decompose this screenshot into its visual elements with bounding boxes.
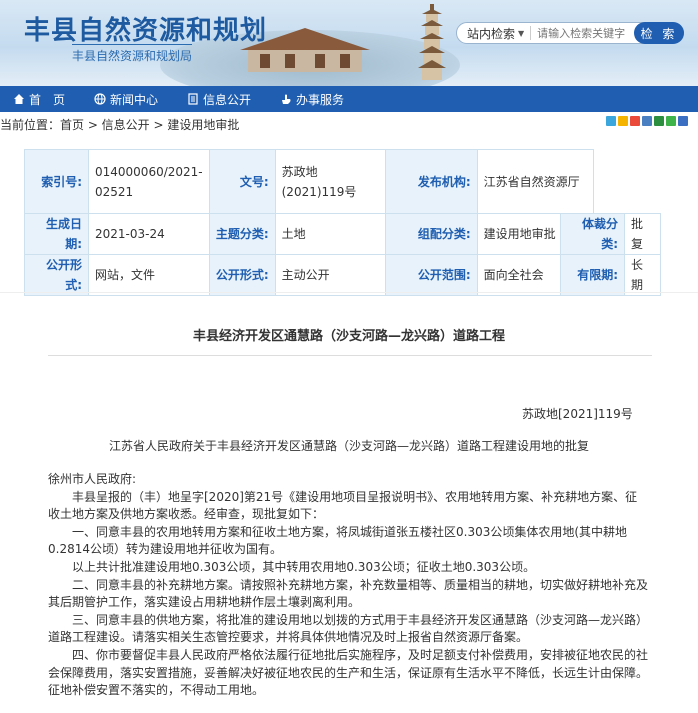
table-row: 生成日期: 2021-03-24 主题分类: 土地 组配分类: 建设用地审批: [24, 213, 594, 255]
issuer-label: 发布机构:: [384, 149, 478, 214]
paragraph: 三、同意丰县的供地方案，将批准的建设用地以划拨的方式用于丰县经济开发区通慧路（沙…: [48, 612, 649, 645]
genre-value: 批复: [624, 213, 661, 255]
title-divider: [48, 355, 652, 356]
nav-item-info[interactable]: 信息公开: [186, 91, 251, 108]
search-scope-select[interactable]: 站内检索 ▼: [457, 25, 524, 42]
date-label: 生成日期:: [24, 213, 89, 255]
nav-item-home[interactable]: 首 页: [12, 91, 65, 108]
table-row: 索引号: 014000060/2021-02521 文号: 苏政地(2021)1…: [24, 149, 594, 214]
paragraph: 四、你市要督促丰县人民政府严格依法履行征地批后实施程序，及时足额支付补偿费用，安…: [48, 647, 649, 698]
paragraph: 一、同意丰县的农用地转用方案和征收土地方案，将凤城街道张五楼社区0.303公顷集…: [48, 524, 628, 557]
home-icon: [12, 93, 25, 106]
metadata-table-right: 体裁分类: 批复 有限期: 长期: [560, 213, 661, 296]
search-scope-label: 站内检索: [467, 26, 516, 41]
nav-item-label: 信息公开: [203, 92, 252, 107]
search-button[interactable]: 检 索: [634, 22, 684, 44]
search-input[interactable]: [537, 26, 630, 40]
date-value: 2021-03-24: [88, 213, 210, 255]
chevron-down-icon: ▼: [518, 28, 525, 38]
article-title: 丰县经济开发区通慧路（沙支河路—龙兴路）道路工程: [192, 329, 505, 344]
hand-icon: [279, 93, 292, 106]
header-banner: 丰县自然资源和规划 丰县自然资源和规划局 站内检索 ▼ 检 索: [0, 0, 698, 86]
wechat-icon[interactable]: [666, 116, 676, 126]
table-row: 体裁分类: 批复: [560, 213, 661, 255]
document-heading: 江苏省人民政府关于丰县经济开发区通慧路（沙支河路—龙兴路）道路工程建设用地的批复: [108, 439, 589, 453]
metadata-table: 索引号: 014000060/2021-02521 文号: 苏政地(2021)1…: [24, 149, 594, 296]
table-row: 有限期: 长期: [560, 254, 661, 296]
article: 丰县经济开发区通慧路（沙支河路—龙兴路）道路工程 苏政地[2021]119号 江…: [0, 292, 698, 713]
index-label: 索引号:: [24, 149, 89, 214]
paragraph: 丰县呈报的（丰）地呈字[2020]第21号《建设用地项目呈报说明书》、农用地转用…: [48, 489, 638, 522]
period-value: 长期: [624, 254, 661, 296]
document-icon: [186, 93, 199, 106]
empty-cell: [592, 149, 594, 214]
range-label: 公开范围:: [384, 254, 478, 296]
period-label: 有限期:: [560, 254, 625, 296]
nav-item-label: 新闻中心: [110, 92, 159, 107]
main-nav: 首 页 新闻中心 信息公开 办事服务: [0, 86, 698, 112]
weibo-icon[interactable]: [630, 116, 640, 126]
renren-icon[interactable]: [642, 116, 652, 126]
form-value: 网站，文件: [88, 254, 210, 296]
qzone-icon[interactable]: [618, 116, 628, 126]
index-value: 014000060/2021-02521: [88, 149, 210, 214]
site-title[interactable]: 丰县自然资源和规划: [24, 10, 267, 47]
org-label: 组配分类:: [384, 213, 478, 255]
site-subtitle: 丰县自然资源和规划局: [72, 44, 193, 64]
form-label: 公开形式:: [24, 254, 89, 296]
document-number: 苏政地[2021]119号: [522, 407, 633, 421]
nav-item-label: 办事服务: [296, 92, 345, 107]
more-icon[interactable]: [678, 116, 688, 126]
share-bar: [606, 116, 688, 126]
docno-value: 苏政地(2021)119号: [274, 149, 386, 214]
breadcrumb: 当前位置：首页 > 信息公开 > 建设用地审批: [0, 114, 698, 134]
paragraph: 以上共计批准建设用地0.303公顷，其中转用农用地0.303公顷；征收土地0.3…: [72, 559, 536, 574]
mode-value: 主动公开: [274, 254, 386, 296]
topic-label: 主题分类:: [208, 213, 276, 255]
search-divider: [530, 26, 532, 40]
addressee: 徐州市人民政府:: [48, 472, 137, 486]
docno-label: 文号:: [208, 149, 276, 214]
table-row: 公开形式: 网站，文件 公开形式: 主动公开 公开范围: 面向全社会: [24, 254, 594, 296]
breadcrumb-text[interactable]: 当前位置：首页 > 信息公开 > 建设用地审批: [0, 116, 239, 133]
douban-icon[interactable]: [654, 116, 664, 126]
mode-label: 公开形式:: [208, 254, 276, 296]
nav-item-news[interactable]: 新闻中心: [93, 91, 158, 108]
paragraph: 二、同意丰县的补充耕地方案。请按照补充耕地方案，补充数量相等、质量相当的耕地，切…: [48, 577, 649, 610]
nav-item-services[interactable]: 办事服务: [279, 91, 344, 108]
globe-icon: [93, 93, 106, 106]
issuer-value: 江苏省自然资源厅: [476, 149, 594, 214]
pagoda-illustration: [418, 4, 446, 80]
genre-label: 体裁分类:: [560, 213, 625, 255]
article-body: 徐州市人民政府: 丰县呈报的（丰）地呈字[2020]第21号《建设用地项目呈报说…: [48, 471, 648, 700]
topic-value: 土地: [274, 213, 386, 255]
nav-item-label: 首 页: [29, 92, 66, 107]
share-plus-icon[interactable]: [606, 116, 616, 126]
